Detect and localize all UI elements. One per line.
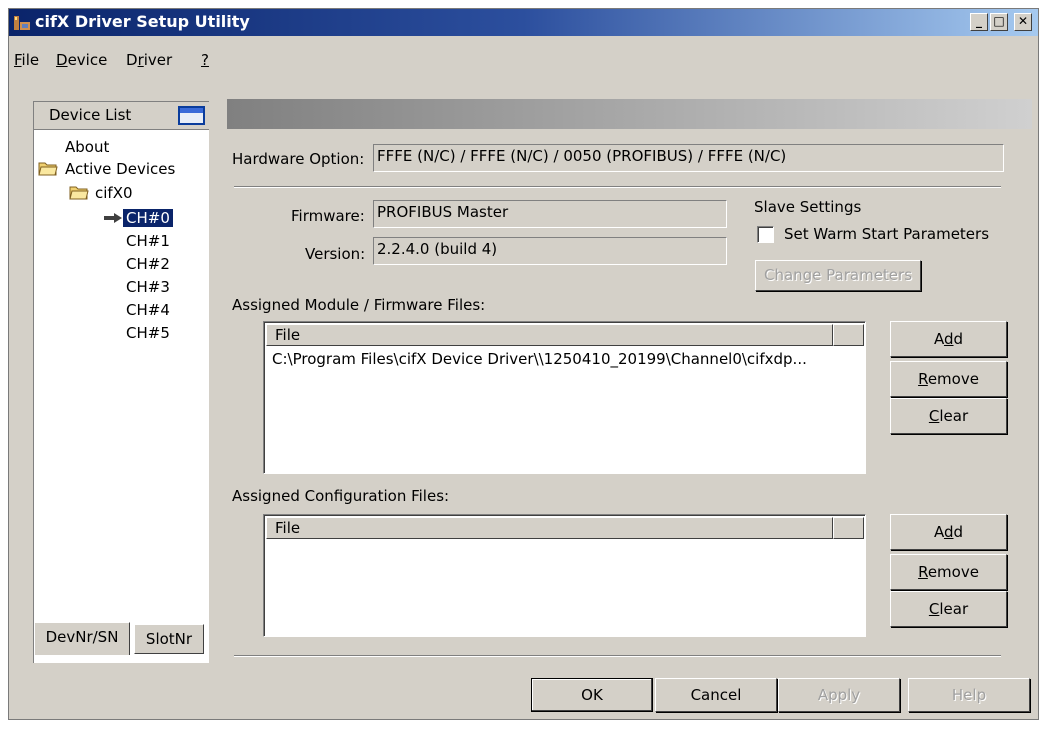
config-files-column-filler — [833, 517, 864, 539]
menu-device[interactable]: Device — [56, 51, 107, 69]
config-remove-button[interactable]: Remove — [890, 554, 1007, 590]
device-list-header: Device List — [34, 102, 209, 130]
module-add-button[interactable]: Add — [890, 321, 1007, 357]
module-files-label: Assigned Module / Firmware Files: — [232, 296, 486, 314]
tree-item-active-devices[interactable]: Active Devices — [65, 159, 175, 179]
config-clear-button[interactable]: Clear — [890, 591, 1007, 627]
tree-item-ch4[interactable]: CH#4 — [126, 300, 170, 320]
module-clear-button[interactable]: Clear — [890, 398, 1007, 434]
config-files-column-header[interactable]: File — [266, 517, 833, 539]
config-add-button[interactable]: Add — [890, 514, 1007, 550]
config-files-list[interactable]: File — [263, 514, 866, 637]
menu-file[interactable]: File — [14, 51, 39, 69]
tree-item-ch3[interactable]: CH#3 — [126, 277, 170, 297]
warm-start-checkbox[interactable] — [757, 226, 774, 243]
menu-bar: File Device Driver ? — [9, 36, 1038, 69]
module-file-row[interactable]: C:\Program Files\cifX Device Driver\\125… — [272, 350, 807, 368]
change-parameters-button[interactable]: Change Parameters — [755, 260, 921, 291]
module-files-list[interactable]: File C:\Program Files\cifX Device Driver… — [263, 321, 866, 474]
window-icon[interactable] — [178, 106, 205, 125]
firmware-field: PROFIBUS Master — [373, 200, 727, 228]
window-title: cifX Driver Setup Utility — [35, 12, 250, 31]
app-icon — [14, 16, 30, 30]
module-files-column-header[interactable]: File — [266, 324, 833, 346]
tree-item-ch1[interactable]: CH#1 — [126, 231, 170, 251]
tree-item-ch2[interactable]: CH#2 — [126, 254, 170, 274]
open-folder-icon — [69, 186, 89, 200]
minimize-button[interactable]: _ — [970, 13, 988, 31]
tree-item-ch0[interactable]: CH#0 — [123, 208, 173, 228]
separator — [234, 186, 1001, 188]
device-list-title: Device List — [49, 106, 132, 124]
separator — [234, 655, 1001, 657]
title-bar[interactable]: cifX Driver Setup Utility _ □ ✕ — [9, 9, 1038, 36]
device-list-panel: Device List About Active Devices cifX0 C… — [33, 101, 209, 663]
hardware-option-field: FFFE (N/C) / FFFE (N/C) / 0050 (PROFIBUS… — [373, 144, 1004, 172]
open-folder-icon — [38, 162, 58, 176]
slave-settings-title: Slave Settings — [754, 198, 862, 216]
module-files-column-filler — [833, 324, 864, 346]
close-button[interactable]: ✕ — [1014, 13, 1032, 31]
hardware-option-label: Hardware Option: — [232, 150, 365, 168]
tab-slotnr[interactable]: SlotNr — [134, 624, 204, 654]
firmware-label: Firmware: — [291, 207, 365, 225]
module-remove-button[interactable]: Remove — [890, 361, 1007, 397]
tree-item-ch5[interactable]: CH#5 — [126, 323, 170, 343]
arrow-right-icon — [104, 213, 122, 223]
tab-devnr-sn[interactable]: DevNr/SN — [34, 622, 130, 655]
tree-item-cifx0[interactable]: cifX0 — [95, 183, 133, 203]
version-label: Version: — [305, 245, 366, 263]
header-banner — [227, 99, 1032, 129]
maximize-button[interactable]: □ — [990, 13, 1008, 31]
help-button[interactable]: Help — [908, 678, 1030, 712]
config-files-label: Assigned Configuration Files: — [232, 487, 450, 505]
ok-button[interactable]: OK — [531, 678, 653, 712]
menu-driver[interactable]: Driver — [126, 51, 172, 69]
menu-help[interactable]: ? — [201, 51, 209, 69]
apply-button[interactable]: Apply — [778, 678, 900, 712]
warm-start-label[interactable]: Set Warm Start Parameters — [784, 225, 989, 243]
version-field: 2.2.4.0 (build 4) — [373, 237, 727, 265]
tree-item-about[interactable]: About — [65, 137, 109, 157]
cancel-button[interactable]: Cancel — [655, 678, 777, 712]
main-window: cifX Driver Setup Utility _ □ ✕ File Dev… — [8, 8, 1039, 720]
